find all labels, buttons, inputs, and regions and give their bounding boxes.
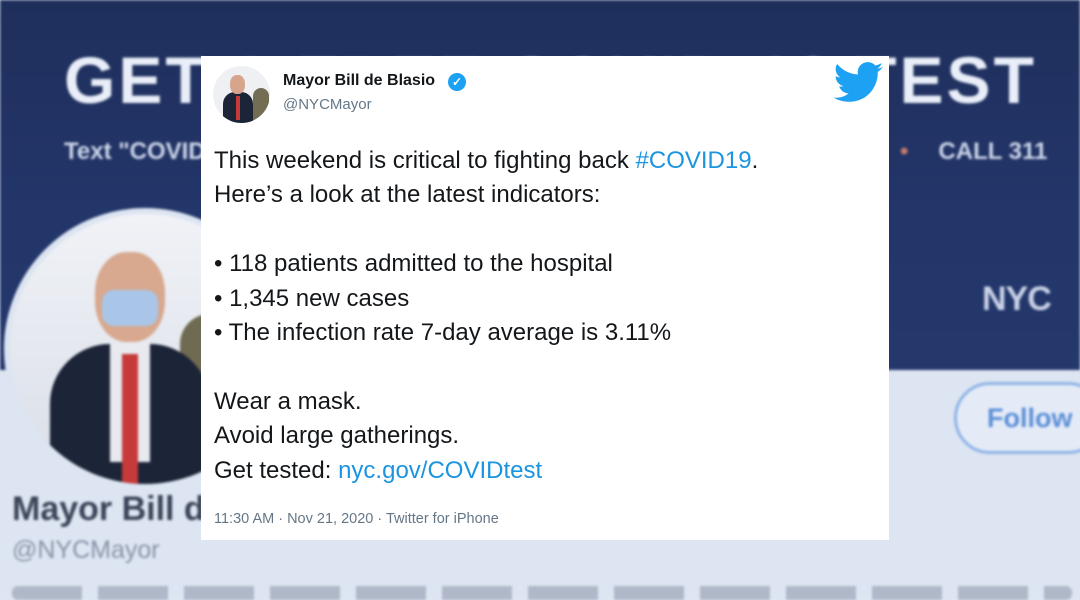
tweet-bullet: • 118 patients admitted to the hospital	[214, 250, 613, 278]
hashtag-link[interactable]: #COVID19	[636, 147, 752, 174]
author-handle[interactable]: @NYCMayor	[283, 96, 372, 113]
tweet-timestamp[interactable]: 11:30 AM · Nov 21, 2020 · Twitter for iP…	[214, 511, 499, 527]
nyc-logo: NYC	[982, 280, 1052, 318]
tweet-line: This weekend is critical to fighting bac…	[214, 147, 759, 174]
verified-badge-icon: ✓	[448, 73, 466, 91]
tweet-bullet: • The infection rate 7-day average is 3.…	[214, 318, 672, 346]
covid-test-link[interactable]: nyc.gov/COVIDtest	[338, 457, 542, 484]
banner-call-text: CALL 311	[938, 138, 1048, 165]
tweet-bullet: • 1,345 new cases	[214, 284, 410, 312]
tweet-body: This weekend is critical to fighting bac…	[214, 144, 878, 488]
author-name[interactable]: Mayor Bill de Blasio	[283, 72, 435, 90]
tweet-line: Get tested: nyc.gov/COVIDtest	[214, 456, 543, 484]
tweet-card[interactable]: Mayor Bill de Blasio ✓ @NYCMayor This we…	[201, 56, 889, 540]
tweet-line: Avoid large gatherings.	[214, 422, 460, 450]
banner-subtitle-left: Text "COVID	[64, 138, 206, 165]
tweet-line: Wear a mask.	[214, 387, 362, 415]
twitter-bird-icon[interactable]	[834, 62, 884, 104]
follow-button[interactable]: Follow	[954, 382, 1080, 454]
banner-bullet: •	[900, 138, 909, 165]
tweet-line: Here’s a look at the latest indicators:	[214, 181, 601, 209]
banner-subtitle-right: • CALL 311	[900, 138, 1047, 166]
profile-handle: @NYCMayor	[12, 536, 160, 564]
profile-bio-text	[12, 586, 1072, 600]
author-avatar[interactable]	[213, 66, 270, 123]
